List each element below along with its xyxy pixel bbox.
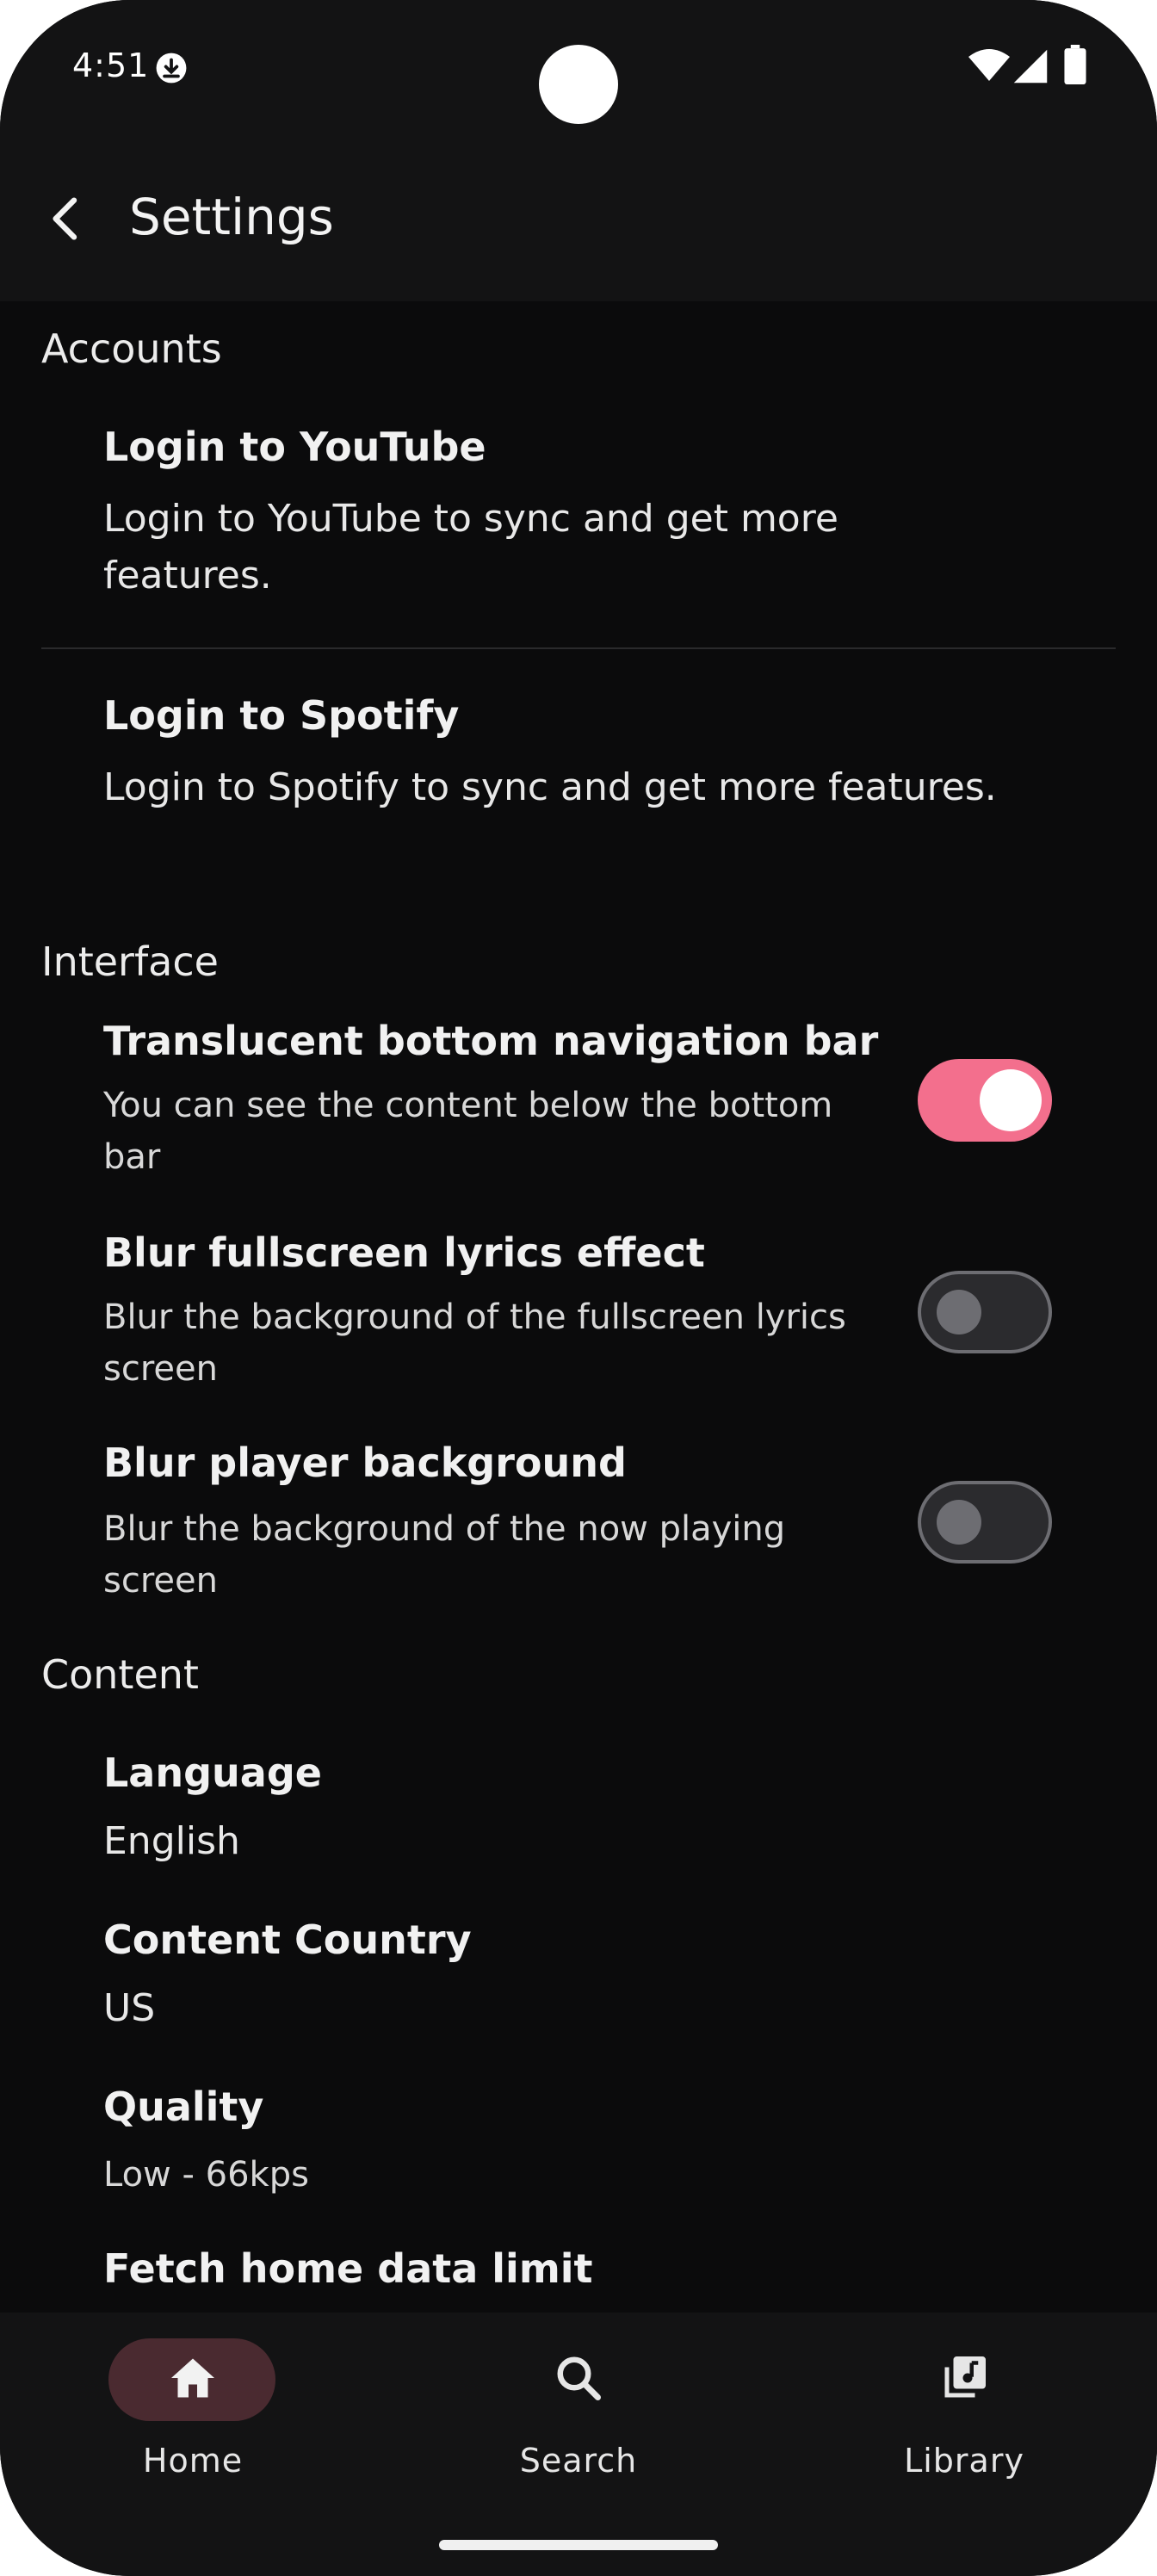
nav-label-library: Library xyxy=(904,2442,1024,2480)
battery-icon xyxy=(1064,45,1086,84)
setting-subtitle: Login to YouTube to sync and get more fe… xyxy=(103,497,838,598)
section-title-content: Content xyxy=(41,1651,199,1698)
phone-screen: 4:51 Settings Accounts Login to YouTube … xyxy=(0,0,1157,2576)
nav-item-search[interactable]: Search xyxy=(386,2313,771,2519)
translucent-nav-switch[interactable] xyxy=(918,1059,1052,1142)
switch-knob xyxy=(937,1290,981,1334)
download-icon xyxy=(156,53,187,84)
setting-value: Low - 66kps xyxy=(103,2155,309,2195)
setting-title: Translucent bottom navigation bar xyxy=(103,1018,879,1064)
setting-title: Fetch home data limit xyxy=(103,2245,593,2292)
page-title: Settings xyxy=(129,188,334,246)
setting-subtitle: Login to Spotify to sync and get more fe… xyxy=(103,765,997,809)
back-arrow-icon[interactable] xyxy=(40,191,95,246)
switch-knob xyxy=(980,1069,1042,1131)
section-title-interface: Interface xyxy=(41,938,219,985)
setting-title: Blur fullscreen lyrics effect xyxy=(103,1229,705,1276)
wifi-icon xyxy=(968,49,1010,81)
divider xyxy=(41,647,1116,649)
status-bar: 4:51 xyxy=(0,0,1157,138)
setting-subtitle: Blur the background of the now playing s… xyxy=(103,1509,786,1601)
library-music-icon xyxy=(944,2356,986,2398)
nav-item-home[interactable]: Home xyxy=(0,2313,386,2519)
nav-label-home: Home xyxy=(142,2442,244,2480)
switch-knob xyxy=(937,1500,981,1545)
search-icon xyxy=(557,2356,601,2400)
setting-title: Language xyxy=(103,1749,322,1796)
setting-subtitle: You can see the content below the bottom… xyxy=(103,1086,833,1177)
signal-icon xyxy=(1013,49,1048,84)
blur-lyrics-switch[interactable] xyxy=(918,1271,1052,1353)
top-app-bar: Settings xyxy=(0,138,1157,301)
bottom-navigation-bar: Home Search Library xyxy=(0,2313,1157,2576)
nav-item-library[interactable]: Library xyxy=(771,2313,1157,2519)
setting-subtitle: Blur the background of the fullscreen ly… xyxy=(103,1297,846,1389)
nav-label-search: Search xyxy=(519,2442,638,2480)
blur-player-switch[interactable] xyxy=(918,1481,1052,1564)
camera-cutout xyxy=(539,45,618,124)
setting-title: Login to YouTube xyxy=(103,424,486,470)
setting-title: Quality xyxy=(103,2084,264,2130)
section-title-accounts: Accounts xyxy=(41,325,222,372)
setting-value: US xyxy=(103,1986,156,2030)
setting-title: Login to Spotify xyxy=(103,692,460,739)
home-icon xyxy=(171,2358,214,2398)
status-time: 4:51 xyxy=(72,46,150,84)
gesture-home-indicator[interactable] xyxy=(439,2540,718,2550)
setting-title: Content Country xyxy=(103,1917,472,1963)
setting-value: English xyxy=(103,1819,240,1863)
setting-title: Blur player background xyxy=(103,1440,627,1486)
